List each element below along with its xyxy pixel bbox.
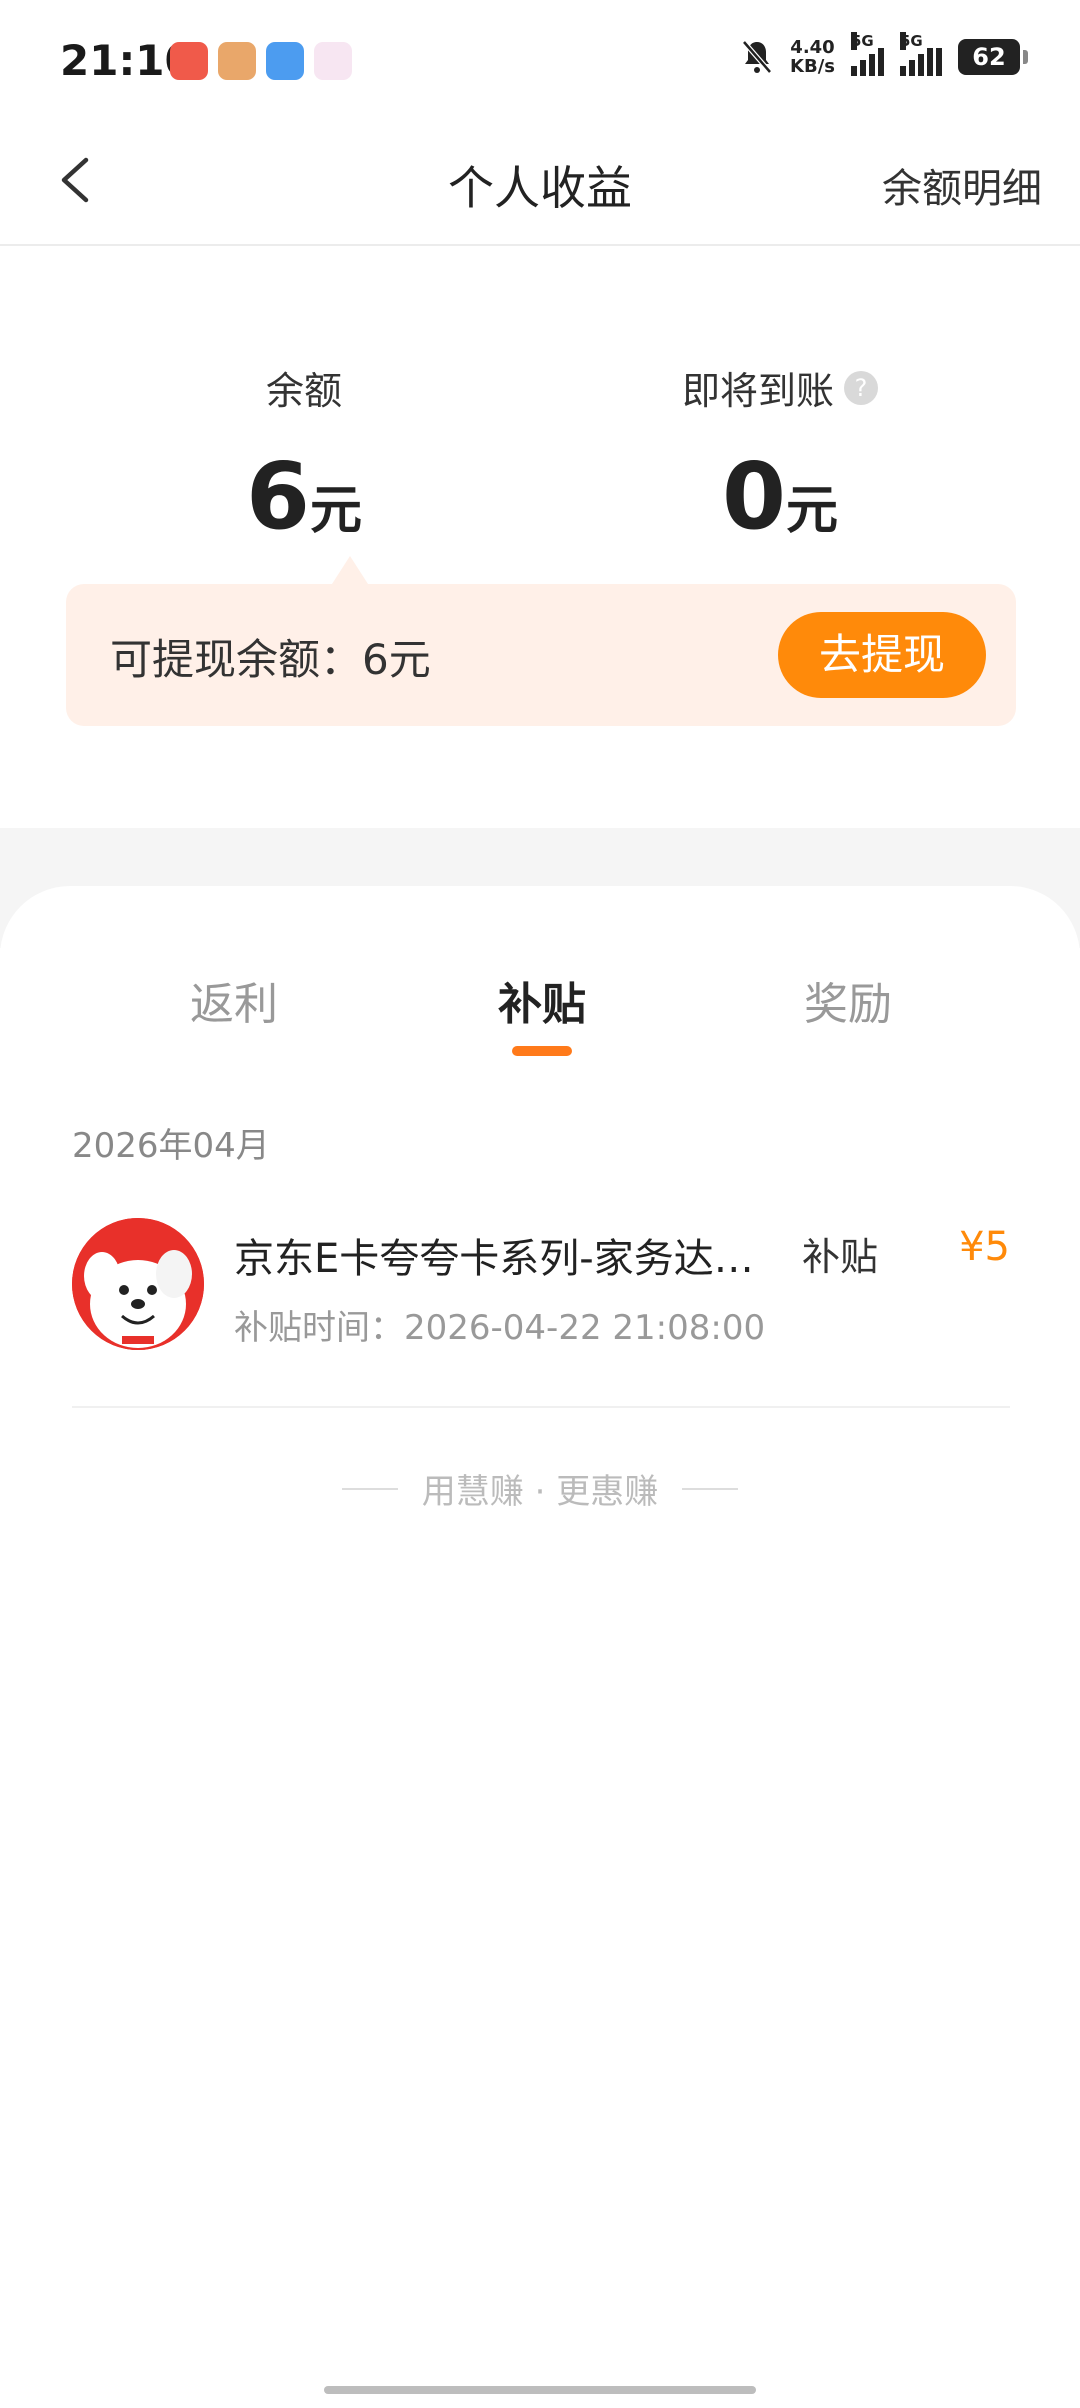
balance-details-link[interactable]: 余额明细 [882, 156, 1042, 214]
balance-label: 余额 [265, 369, 342, 413]
signal-icon: 5G [900, 32, 942, 76]
record-time: 补贴时间：2026-04-22 21:08:00 [234, 1308, 766, 1348]
balance-stat: 余额 6元 [104, 360, 504, 550]
help-icon[interactable]: ? [844, 370, 878, 405]
status-indicators: 4.40 KB/s 5G 5G 62 [740, 32, 1028, 76]
app-notification-icon [170, 42, 208, 80]
jd-mascot-avatar [72, 1218, 204, 1350]
nav-bar: 个人收益 余额明细 [0, 120, 1080, 246]
record-amount: ¥5 [959, 1224, 1010, 1270]
pending-value: 0元 [580, 443, 980, 550]
record-title: 京东E卡夸夸卡系列-家务达… [234, 1236, 754, 1282]
signal-label: 5G [900, 32, 923, 50]
pending-stat: 即将到账 ? 0元 [580, 360, 980, 550]
signal-icon: 5G [851, 32, 884, 76]
pending-unit: 元 [786, 481, 839, 541]
pending-number: 0 [721, 443, 786, 550]
dog-mascot-icon [72, 1218, 204, 1350]
notification-icons [170, 42, 352, 80]
tab-subsidy[interactable]: 补贴 [392, 968, 692, 1032]
divider-line [682, 1487, 739, 1490]
records-panel [0, 886, 1080, 2408]
balance-value: 6元 [104, 443, 504, 550]
withdrawable-balance: 可提现余额：6元 [110, 635, 431, 684]
network-speed-unit: KB/s [790, 56, 835, 77]
divider-line [341, 1487, 398, 1490]
bell-muted-icon [742, 40, 772, 74]
active-tab-indicator [512, 1046, 572, 1056]
tab-reward[interactable]: 奖励 [698, 968, 998, 1032]
month-header: 2026年04月 [72, 1126, 270, 1166]
balance-number: 6 [245, 443, 310, 550]
app-notification-icon [218, 42, 256, 80]
battery-icon: 62 [958, 39, 1028, 75]
list-item[interactable]: 京东E卡夸夸卡系列-家务达… 补贴时间：2026-04-22 21:08:00 … [72, 1216, 1010, 1408]
tab-rebate[interactable]: 返利 [84, 968, 384, 1032]
network-speed: 4.40 KB/s [790, 38, 835, 76]
app-notification-icon [314, 42, 352, 80]
home-indicator[interactable] [324, 2386, 756, 2394]
status-bar: 21:10 4.40 KB/s 5G 5G 62 [0, 0, 1080, 120]
battery-level: 62 [972, 43, 1006, 71]
app-notification-icon [266, 42, 304, 80]
pending-label: 即将到账 ? [682, 360, 878, 415]
footer-slogan: 用慧赚 · 更惠赚 [0, 1464, 1080, 1513]
withdraw-card: 可提现余额：6元 去提现 [66, 556, 1016, 726]
withdraw-button[interactable]: 去提现 [778, 612, 986, 698]
network-speed-value: 4.40 [790, 37, 835, 58]
balance-unit: 元 [310, 481, 363, 541]
record-type: 补贴 [801, 1235, 878, 1279]
slogan-text: 用慧赚 · 更惠赚 [421, 1472, 659, 1512]
signal-label: 5G [851, 32, 874, 50]
